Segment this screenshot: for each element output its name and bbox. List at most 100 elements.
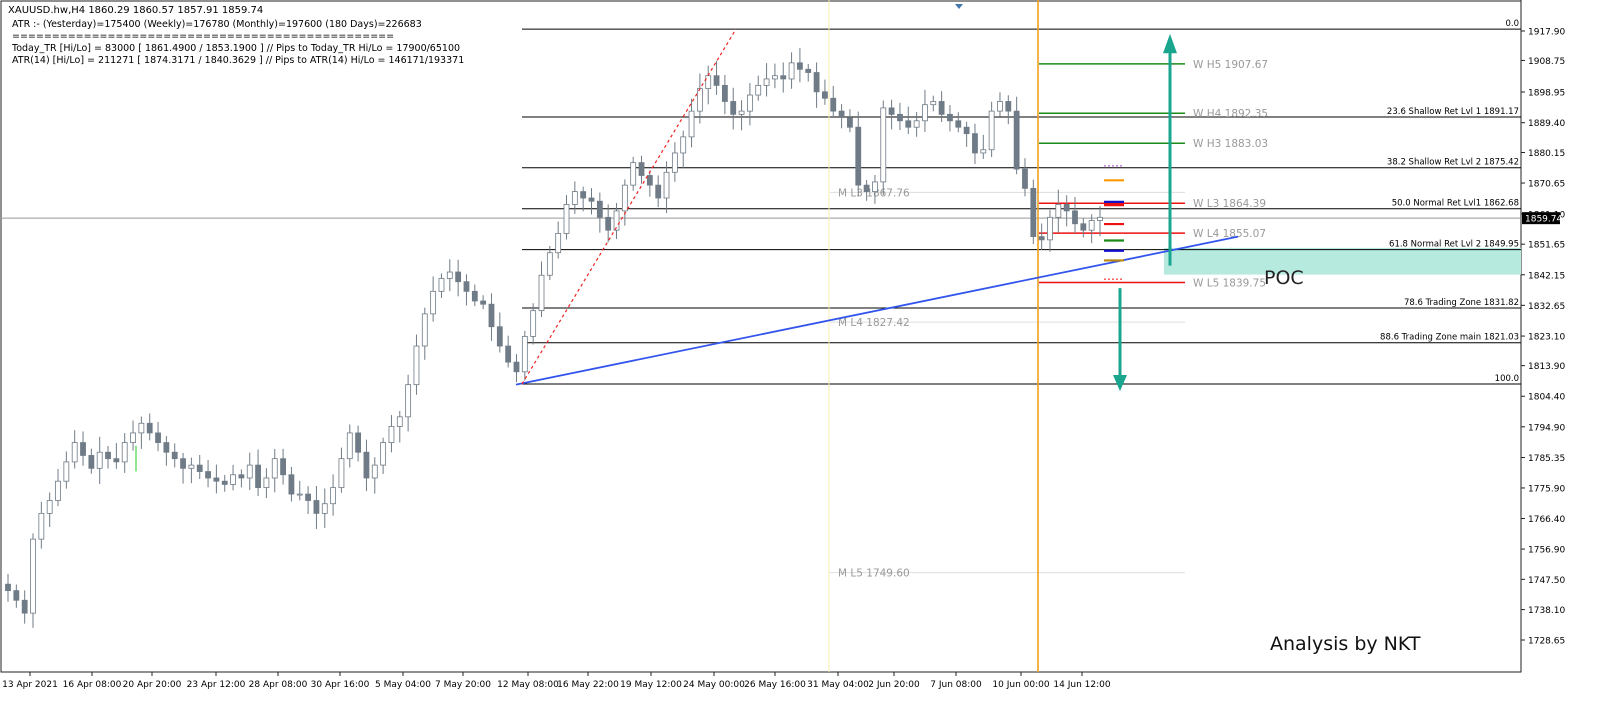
candle-body	[538, 274, 545, 312]
candle-body	[46, 500, 53, 514]
candle-body	[230, 474, 236, 485]
candle-body	[488, 303, 495, 328]
candle-body	[480, 300, 487, 305]
fib-level-label: 61.8 Normal Ret Lvl 2 1849.95	[1389, 240, 1519, 250]
price-tick-label: 1870.65	[1528, 180, 1565, 190]
candle-body	[88, 455, 95, 469]
candle-body	[1097, 216, 1103, 221]
candle	[1030, 179, 1037, 245]
candle-body	[196, 464, 203, 472]
candle-body	[655, 184, 662, 199]
candle-body	[471, 290, 478, 302]
candle-body	[963, 126, 970, 135]
candle-body	[505, 345, 512, 363]
candle-body	[888, 107, 895, 115]
candle-body	[763, 78, 770, 86]
candle-body	[138, 422, 145, 434]
atr-line: ATR :- (Yesterday)=175400 (Weekly)=17678…	[12, 19, 422, 30]
candle-body	[880, 107, 887, 183]
time-tick-label: 20 Apr 20:00	[123, 680, 182, 690]
monthly-level-label: M L4 1827.42	[838, 317, 910, 329]
candle-body	[580, 191, 587, 199]
price-tick-label: 1823.10	[1528, 333, 1565, 343]
candle-body	[146, 422, 153, 434]
price-tick-label: 1766.40	[1528, 515, 1565, 525]
today-tr-line: Today_TR [Hi/Lo] = 83000 [ 1861.4900 / 1…	[11, 43, 460, 54]
poc-zone-rect	[1164, 247, 1521, 275]
price-tick-label: 1785.35	[1528, 454, 1565, 464]
candle-body	[988, 110, 995, 151]
candle-body	[1038, 236, 1045, 241]
price-tick-label: 1747.50	[1528, 576, 1565, 586]
candle-body	[905, 120, 912, 128]
candle	[880, 100, 887, 196]
time-tick-label: 13 Apr 2021	[2, 680, 58, 690]
candle-body	[780, 75, 787, 80]
analysis-watermark: Analysis by NKT	[1270, 633, 1421, 655]
candle-body	[822, 91, 828, 99]
candle-body	[797, 62, 803, 70]
candle-body	[913, 120, 920, 128]
candle-body	[30, 538, 36, 614]
candle-body	[80, 442, 86, 456]
candle-body	[972, 133, 978, 154]
candle-body	[413, 345, 420, 386]
price-tick-label: 1775.90	[1528, 484, 1565, 494]
price-tick-label: 1880.15	[1528, 149, 1565, 159]
candle-body	[446, 271, 453, 279]
time-tick-label: 16 May 22:00	[557, 680, 619, 690]
candle-body	[288, 474, 295, 495]
time-tick-label: 12 May 08:00	[497, 680, 559, 690]
candle-body	[730, 101, 737, 115]
candle-body	[671, 152, 678, 173]
candle-body	[221, 480, 228, 485]
candle-body	[746, 94, 753, 112]
candle-body	[296, 493, 303, 496]
price-tick-label: 1756.90	[1528, 546, 1565, 556]
candle-body	[346, 432, 353, 460]
price-tick-label: 1842.15	[1528, 271, 1565, 281]
candle-body	[438, 278, 445, 292]
time-tick-label: 10 Jun 00:00	[992, 680, 1049, 690]
candle-body	[997, 101, 1003, 112]
candle-body	[55, 480, 61, 501]
time-tick-label: 24 May 00:00	[683, 680, 745, 690]
candle-body	[1013, 110, 1020, 170]
candle-body	[1005, 101, 1012, 112]
candle-body	[305, 493, 311, 501]
candle-body	[955, 120, 962, 128]
weekly-level-label: W H4 1892.35	[1193, 108, 1268, 120]
candle-body	[680, 136, 687, 154]
candle-body	[696, 88, 703, 112]
candle-body	[605, 216, 612, 231]
candle-body	[772, 75, 778, 80]
candle-body	[805, 68, 812, 73]
candle-body	[705, 75, 712, 90]
candle-body	[246, 464, 253, 479]
chart-area[interactable]: 0.0 23.6 Shallow Ret Lvl 1 1891.17 38.2 Sh…	[0, 0, 1621, 719]
candle-body	[263, 477, 270, 489]
poc-zone	[1164, 247, 1521, 275]
candle-body	[938, 101, 945, 115]
atr14-line: ATR(14) [Hi/Lo] = 211271 [ 1874.3171 / 1…	[12, 55, 464, 66]
symbol-line: XAUUSD.hw,H4 1860.29 1860.57 1857.91 185…	[8, 5, 263, 16]
candle-body	[663, 171, 670, 199]
candle-body	[380, 442, 387, 466]
candle-body	[430, 290, 437, 315]
candle-body	[922, 104, 928, 122]
candle-body	[738, 110, 745, 115]
candle-body	[855, 126, 862, 186]
candle-body	[830, 97, 837, 112]
candle-body	[1022, 168, 1028, 189]
candle-body	[321, 503, 328, 514]
chart-background	[0, 0, 1621, 719]
candle-body	[897, 113, 903, 122]
candle-body	[38, 512, 45, 540]
candle-body	[338, 458, 345, 489]
price-chart[interactable]: 0.0 23.6 Shallow Ret Lvl 1 1891.17 38.2 Sh…	[0, 0, 1621, 719]
candle-body	[930, 101, 937, 106]
candle-body	[530, 310, 537, 337]
candle-body	[396, 416, 403, 427]
candle-body	[688, 110, 695, 138]
price-axis: 1917.90 1908.75 1898.95 1889.40 1880.15 1870.…	[1521, 28, 1565, 647]
